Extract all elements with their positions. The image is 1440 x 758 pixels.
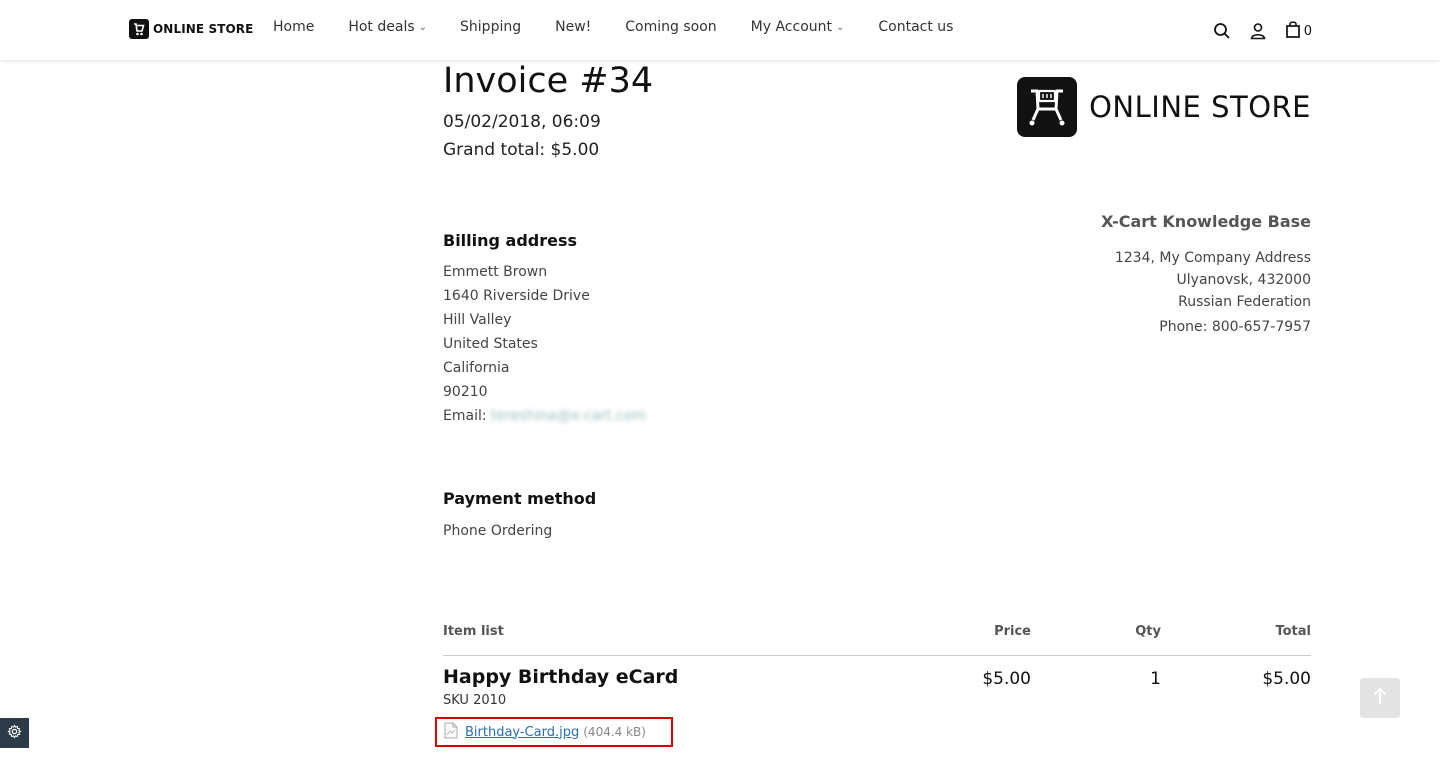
store-logo-text: ONLINE STORE — [153, 22, 254, 36]
attachment-download-link[interactable]: Birthday-Card.jpg — [465, 725, 579, 740]
image-file-icon — [444, 722, 458, 743]
nav-my-account[interactable]: My Account ⌄ — [751, 19, 845, 35]
column-total: Total — [1275, 624, 1311, 639]
company-country: Russian Federation — [1178, 294, 1311, 310]
column-qty: Qty — [1135, 624, 1161, 639]
item-list-header: Item list Price Qty Total — [443, 624, 1311, 656]
cart-button[interactable]: 0 — [1285, 20, 1312, 42]
search-icon[interactable] — [1213, 22, 1231, 40]
shopping-bag-icon — [1285, 20, 1301, 42]
nav-contact-us[interactable]: Contact us — [878, 19, 953, 35]
nav-coming-soon[interactable]: Coming soon — [625, 19, 716, 35]
company-address: 1234, My Company Address — [1114, 250, 1311, 266]
billing-state: California — [443, 360, 510, 376]
billing-zip: 90210 — [443, 384, 488, 400]
payment-method-value: Phone Ordering — [443, 523, 553, 539]
company-info: X-Cart Knowledge Base 1234, My Company A… — [1101, 212, 1311, 338]
chevron-down-icon: ⌄ — [836, 21, 845, 33]
cart-logo-icon — [129, 19, 149, 39]
item-name: Happy Birthday eCard — [443, 666, 679, 688]
company-city: Ulyanovsk, 432000 — [1176, 272, 1311, 288]
gear-icon — [7, 723, 22, 743]
invoice-grand-total: Grand total: $5.00 — [443, 140, 600, 160]
nav-my-account-label: My Account — [750, 19, 832, 35]
header-actions: 0 — [1195, 20, 1312, 42]
invoice-logo: ONLINE STORE — [1017, 77, 1311, 137]
user-icon[interactable] — [1249, 22, 1267, 40]
item-qty: 1 — [1150, 669, 1161, 689]
main-nav: Home Hot deals ⌄ Shipping New! Coming so… — [256, 19, 953, 35]
attachment-size: (404.4 kB) — [583, 725, 646, 739]
item-price: $5.00 — [982, 669, 1031, 689]
nav-new-label: New! — [555, 19, 592, 35]
nav-contact-us-label: Contact us — [878, 19, 954, 35]
back-to-top-button[interactable] — [1360, 678, 1400, 718]
company-phone: Phone: 800-657-7957 — [1159, 319, 1311, 335]
billing-email-label: Email: — [443, 408, 487, 424]
arrow-up-icon — [1373, 687, 1387, 709]
billing-email-value: tereshina@x-cart.com — [491, 408, 646, 424]
cart-count: 0 — [1303, 23, 1312, 39]
nav-hot-deals[interactable]: Hot deals ⌄ — [348, 19, 427, 35]
nav-hot-deals-label: Hot deals — [348, 19, 415, 35]
invoice-date: 05/02/2018, 06:09 — [443, 112, 601, 132]
billing-address-heading: Billing address — [443, 231, 578, 250]
store-logo[interactable]: ONLINE STORE — [129, 19, 253, 39]
nav-new[interactable]: New! — [555, 19, 591, 35]
chevron-down-icon: ⌄ — [418, 21, 428, 33]
attachment-highlight: Birthday-Card.jpg (404.4 kB) — [435, 717, 673, 747]
invoice-title: Invoice #34 — [443, 61, 654, 101]
cart-logo-icon — [1017, 77, 1078, 137]
nav-shipping[interactable]: Shipping — [460, 19, 521, 35]
billing-address: Emmett Brown 1640 Riverside Drive Hill V… — [443, 260, 646, 428]
billing-email: Email: tereshina@x-cart.com — [443, 404, 646, 428]
billing-city: Hill Valley — [443, 312, 512, 328]
site-header: ONLINE STORE Home Hot deals ⌄ Shipping N… — [0, 0, 1440, 60]
nav-shipping-label: Shipping — [460, 19, 522, 35]
billing-street: 1640 Riverside Drive — [443, 288, 590, 304]
invoice-logo-text: ONLINE STORE — [1089, 90, 1311, 124]
item-total: $5.00 — [1262, 669, 1311, 689]
nav-coming-soon-label: Coming soon — [625, 19, 717, 35]
billing-country: United States — [443, 336, 538, 352]
nav-home[interactable]: Home — [273, 19, 314, 35]
item-sku: SKU 2010 — [443, 693, 507, 708]
nav-home-label: Home — [273, 19, 315, 35]
billing-name: Emmett Brown — [443, 264, 548, 280]
column-item-list: Item list — [443, 624, 504, 639]
company-name: X-Cart Knowledge Base — [1101, 212, 1311, 231]
column-price: Price — [994, 624, 1031, 639]
payment-method-heading: Payment method — [443, 489, 597, 508]
settings-button[interactable] — [0, 718, 29, 748]
